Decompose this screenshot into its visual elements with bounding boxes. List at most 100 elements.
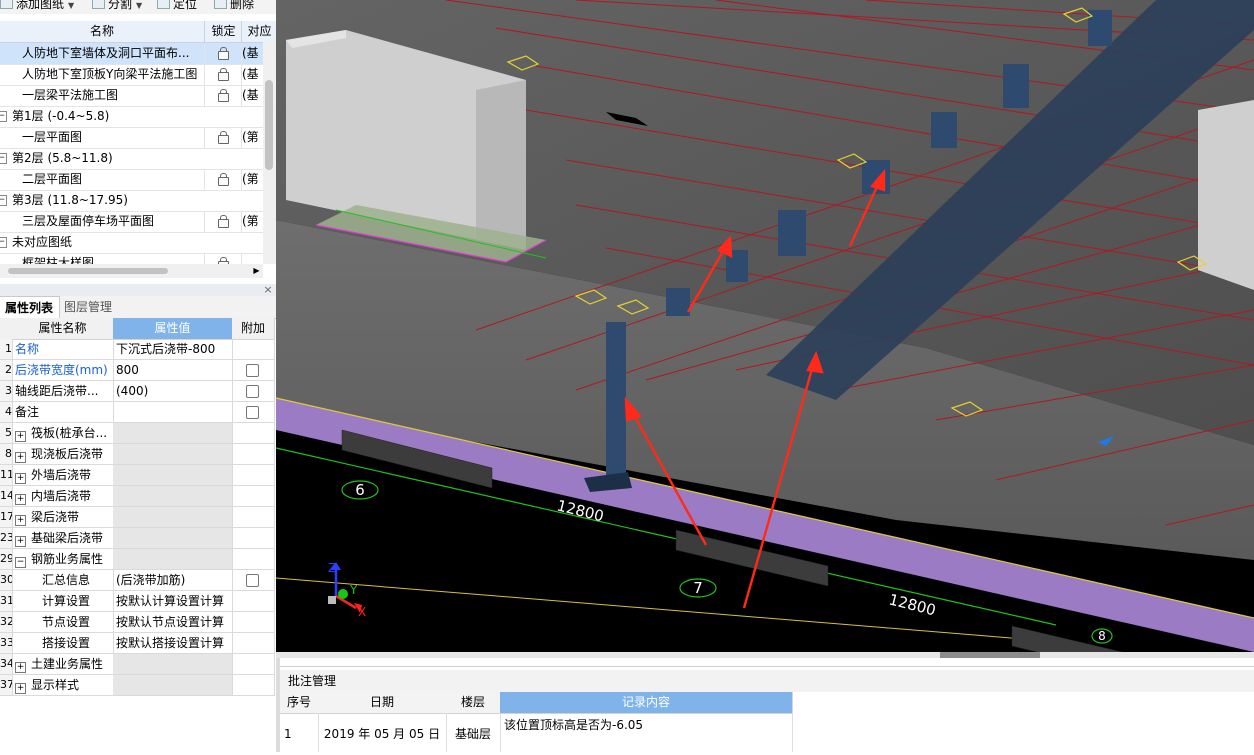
drawing-row[interactable]: 一层平面图 (第 xyxy=(0,127,263,149)
property-row[interactable]: 37 + 显示样式 xyxy=(0,675,275,696)
property-name: − 钢筋业务属性 xyxy=(12,549,114,570)
property-row[interactable]: 14 + 内墙后浇带 xyxy=(0,486,275,507)
collapse-icon[interactable]: − xyxy=(15,557,26,568)
add-drawing-button[interactable]: 添加图纸 ▼ xyxy=(0,0,74,12)
locate-button[interactable]: 定位 xyxy=(157,0,197,12)
tab-property-list[interactable]: 属性列表 xyxy=(0,296,61,320)
property-value[interactable]: 按默认节点设置计算 xyxy=(113,612,233,633)
comments-column-content[interactable]: 记录内容 xyxy=(500,692,793,714)
comments-column-floor[interactable]: 楼层 xyxy=(446,692,501,714)
scroll-right-arrow-icon[interactable]: ▶ xyxy=(250,264,263,278)
property-name-text: 显示样式 xyxy=(31,678,80,692)
drawing-group-label: 第2层 (5.8~11.8) xyxy=(12,151,113,165)
property-row[interactable]: 29− 钢筋业务属性 xyxy=(0,549,275,570)
split-button[interactable]: 分割 ▼ xyxy=(92,0,142,12)
lock-icon[interactable] xyxy=(204,169,242,190)
expand-icon[interactable]: + xyxy=(15,515,26,526)
expand-icon[interactable]: + xyxy=(15,473,26,484)
column-header-property-name[interactable]: 属性名称 xyxy=(12,318,114,340)
collapse-icon[interactable]: − xyxy=(0,153,7,164)
property-row[interactable]: 11 + 外墙后浇带 xyxy=(0,465,275,486)
drawing-group-row[interactable]: 第1层 (-0.4~5.8) − xyxy=(0,106,263,128)
lock-icon[interactable] xyxy=(204,127,242,148)
property-name-text: 名称 xyxy=(15,342,40,356)
drawings-toolbar: 添加图纸 ▼ 分割 ▼ 定位 删除 xyxy=(0,0,276,14)
drawings-horizontal-scroll-thumb[interactable] xyxy=(8,268,168,274)
delete-icon xyxy=(214,0,227,9)
3d-scene: 6 7 8 12800 12800 Z Y X xyxy=(276,0,1254,658)
property-name-text: 梁后浇带 xyxy=(31,510,80,524)
property-row[interactable]: 5 + 筏板(桩承台... xyxy=(0,423,275,444)
lock-icon[interactable] xyxy=(204,85,242,106)
extra-checkbox[interactable] xyxy=(246,364,259,377)
lock-icon[interactable] xyxy=(204,64,242,85)
drawings-vertical-scroll-thumb[interactable] xyxy=(265,80,273,170)
property-value[interactable]: 800 xyxy=(113,360,233,381)
property-value[interactable]: (后浇带加筋) xyxy=(113,570,233,591)
property-row[interactable]: 31 计算设置 按默认计算设置计算 xyxy=(0,591,275,612)
extra-checkbox[interactable] xyxy=(246,385,259,398)
column-header-map[interactable]: 对应 xyxy=(241,21,277,42)
property-value xyxy=(113,675,233,696)
drawing-row[interactable]: 一层梁平法施工图 (基 xyxy=(0,85,263,107)
property-row[interactable]: 33 搭接设置 按默认搭接设置计算 xyxy=(0,633,275,654)
close-icon[interactable]: × xyxy=(262,284,274,296)
column-header-property-value[interactable]: 属性值 xyxy=(113,318,233,340)
property-value[interactable] xyxy=(113,402,233,423)
property-row[interactable]: 2 后浇带宽度(mm) 800 xyxy=(0,360,275,381)
property-row[interactable]: 4 备注 xyxy=(0,402,275,423)
property-row[interactable]: 30 汇总信息 (后浇带加筋) xyxy=(0,570,275,591)
splitter-grip[interactable] xyxy=(940,652,1040,658)
split-icon xyxy=(92,0,105,9)
property-value xyxy=(113,486,233,507)
property-extra xyxy=(232,423,275,444)
property-value[interactable]: 下沉式后浇带-800 xyxy=(113,339,233,360)
drawing-group-label: 第1层 (-0.4~5.8) xyxy=(12,109,110,123)
drawing-name: 三层及屋面停车场平面图 xyxy=(22,214,155,228)
property-name-text: 筏板(桩承台... xyxy=(31,426,108,440)
3d-viewport[interactable]: 6 7 8 12800 12800 Z Y X xyxy=(276,0,1254,658)
property-value[interactable]: 按默认计算设置计算 xyxy=(113,591,233,612)
drawing-row[interactable]: 三层及屋面停车场平面图 (第 xyxy=(0,211,263,233)
viewport-splitter[interactable] xyxy=(276,652,1254,658)
property-extra xyxy=(232,528,275,549)
extra-checkbox[interactable] xyxy=(246,574,259,587)
property-name-text: 土建业务属性 xyxy=(31,657,104,671)
expand-icon[interactable]: + xyxy=(15,683,26,694)
property-row[interactable]: 17 + 梁后浇带 xyxy=(0,507,275,528)
collapse-icon[interactable]: − xyxy=(0,195,7,206)
drawing-row[interactable]: 二层平面图 (第 xyxy=(0,169,263,191)
column-header-name[interactable]: 名称 xyxy=(0,21,204,42)
column-header-extra[interactable]: 附加 xyxy=(232,318,275,340)
property-row[interactable]: 8 + 现浇板后浇带 xyxy=(0,444,275,465)
extra-checkbox[interactable] xyxy=(246,406,259,419)
property-value[interactable]: (400) xyxy=(113,381,233,402)
expand-icon[interactable]: + xyxy=(15,536,26,547)
collapse-icon[interactable]: − xyxy=(0,111,7,122)
property-row[interactable]: 32 节点设置 按默认节点设置计算 xyxy=(0,612,275,633)
delete-button[interactable]: 删除 xyxy=(214,0,254,12)
column-header-lock[interactable]: 锁定 xyxy=(204,21,242,42)
expand-icon[interactable]: + xyxy=(15,494,26,505)
collapse-icon[interactable]: − xyxy=(0,237,7,248)
drawing-group-row[interactable]: 第3层 (11.8~17.95) − xyxy=(0,190,263,212)
comments-column-no[interactable]: 序号 xyxy=(280,692,319,714)
expand-icon[interactable]: + xyxy=(15,662,26,673)
property-row[interactable]: 3 轴线距后浇带... (400) xyxy=(0,381,275,402)
lock-icon[interactable] xyxy=(204,211,242,232)
drawing-row[interactable]: 人防地下室墙体及洞口平面布... (基 xyxy=(0,43,263,65)
property-value[interactable]: 按默认搭接设置计算 xyxy=(113,633,233,654)
drawing-group-row[interactable]: 未对应图纸 − xyxy=(0,232,263,254)
gizmo-y-label: Y xyxy=(349,583,358,597)
property-row[interactable]: 1 名称 下沉式后浇带-800 xyxy=(0,339,275,360)
drawing-group-row[interactable]: 第2层 (5.8~11.8) − xyxy=(0,148,263,170)
drawing-row[interactable]: 人防地下室顶板Y向梁平法施工图 (基 xyxy=(0,64,263,86)
property-name-text: 现浇板后浇带 xyxy=(31,447,104,461)
expand-icon[interactable]: + xyxy=(15,431,26,442)
comments-column-date[interactable]: 日期 xyxy=(318,692,447,714)
property-row[interactable]: 34 + 土建业务属性 xyxy=(0,654,275,675)
lock-icon[interactable] xyxy=(204,43,242,64)
property-row[interactable]: 23 + 基础梁后浇带 xyxy=(0,528,275,549)
tab-layer-management[interactable]: 图层管理 xyxy=(58,296,118,318)
expand-icon[interactable]: + xyxy=(15,452,26,463)
